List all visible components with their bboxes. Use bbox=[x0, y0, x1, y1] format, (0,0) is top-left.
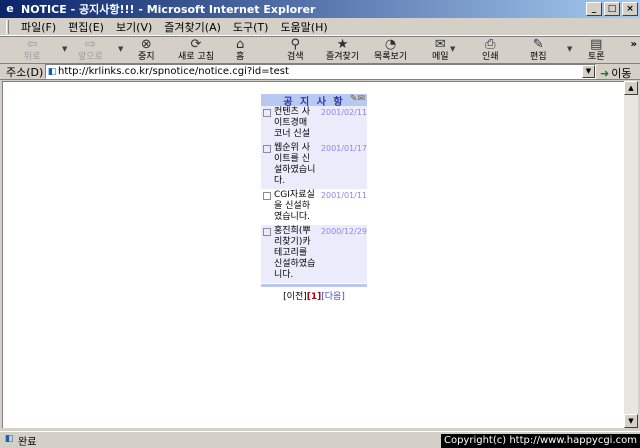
stop-button[interactable]: ⊗ 중지 bbox=[138, 38, 155, 64]
address-input[interactable]: ◧ http://krlinks.co.kr/spnotice/notice.c… bbox=[45, 64, 596, 79]
address-label: 주소(D) bbox=[6, 65, 44, 79]
notice-item-date: 2000/12/29 bbox=[320, 227, 367, 236]
history-button[interactable]: ◔ 목록보기 bbox=[374, 38, 407, 64]
notice-footer-bar bbox=[261, 284, 367, 287]
status-text: 완료 bbox=[18, 436, 37, 448]
menu-help[interactable]: 도움말(H) bbox=[274, 19, 333, 35]
notice-item-date: 2001/01/11 bbox=[320, 191, 367, 200]
menu-view[interactable]: 보기(V) bbox=[110, 19, 158, 35]
forward-button[interactable]: ⇨ 앞으로 bbox=[78, 38, 103, 64]
menu-edit[interactable]: 편집(E) bbox=[62, 19, 110, 35]
pagination: [이전][1][다음] bbox=[261, 289, 367, 302]
menu-tools[interactable]: 도구(T) bbox=[227, 19, 275, 35]
notice-item-title[interactable]: 컨텐츠 사이트경매 코너 신설 bbox=[274, 107, 318, 140]
notice-item-title[interactable]: 웹순위 사이트를 신설하였습니다. bbox=[274, 143, 318, 187]
menu-grip bbox=[6, 19, 9, 34]
discuss-icon: ▤ bbox=[590, 37, 603, 52]
ie-icon: e bbox=[6, 2, 14, 15]
copyright-banner: Copyright(c) http://www.happycgi.com bbox=[440, 434, 640, 448]
edit-icon: ✎ bbox=[532, 37, 544, 52]
home-button[interactable]: ⌂ 홈 bbox=[236, 38, 244, 64]
mail-icon: ✉ bbox=[434, 37, 446, 52]
notice-item[interactable]: 웹순위 사이트를 신설하였습니다. 2001/01/17 bbox=[261, 142, 367, 189]
forward-dropdown-icon[interactable]: ▼ bbox=[118, 45, 123, 53]
edit-button[interactable]: ✎ 편집 bbox=[530, 38, 547, 64]
mail-dropdown-icon[interactable]: ▼ bbox=[450, 45, 455, 53]
home-icon: ⌂ bbox=[236, 37, 245, 52]
favorites-icon: ★ bbox=[336, 37, 349, 52]
search-button[interactable]: ⚲ 검색 bbox=[287, 38, 304, 64]
notice-item[interactable]: CGI자료실을 신설하였습니다. 2001/01/11 bbox=[261, 189, 367, 225]
search-icon: ⚲ bbox=[290, 37, 301, 52]
refresh-button[interactable]: ⟳ 새로 고침 bbox=[178, 38, 214, 64]
next-page-link[interactable]: [다음] bbox=[321, 292, 345, 302]
refresh-icon: ⟳ bbox=[190, 37, 202, 52]
page-icon: ◧ bbox=[47, 66, 57, 77]
go-arrow-icon: ➜ bbox=[600, 66, 610, 80]
forward-arrow-icon: ⇨ bbox=[84, 37, 96, 52]
minimize-button[interactable]: _ bbox=[586, 2, 602, 16]
back-dropdown-icon[interactable]: ▼ bbox=[62, 45, 67, 53]
status-bar: ◧ 완료 Copyright(c) http://www.happycgi.co… bbox=[0, 431, 640, 448]
mail-button[interactable]: ✉ 메일 bbox=[432, 38, 449, 64]
window-title: NOTICE - 공지사항!!! - Microsoft Internet Ex… bbox=[21, 3, 316, 16]
item-bullet-icon bbox=[263, 145, 271, 153]
maximize-button[interactable]: □ bbox=[604, 2, 620, 16]
back-arrow-icon: ⇦ bbox=[26, 37, 38, 52]
notice-item-date: 2001/02/11 bbox=[320, 108, 367, 117]
favorites-button[interactable]: ★ 즐겨찾기 bbox=[326, 38, 359, 64]
item-bullet-icon bbox=[263, 192, 271, 200]
page-done-icon: ◧ bbox=[4, 434, 14, 444]
menu-file[interactable]: 파일(F) bbox=[15, 19, 62, 35]
address-url: http://krlinks.co.kr/spnotice/notice.cgi… bbox=[58, 66, 289, 77]
item-bullet-icon bbox=[263, 228, 271, 236]
menu-favorites[interactable]: 즐겨찾기(A) bbox=[158, 19, 227, 35]
vertical-scrollbar[interactable]: ▲ ▼ bbox=[624, 81, 638, 428]
discuss-button[interactable]: ▤ 토론 bbox=[588, 38, 605, 64]
notice-item[interactable]: 홍진희(뿌리찾기)카테고리를 신설하였습니다. 2000/12/29 bbox=[261, 225, 367, 283]
notice-item-title[interactable]: CGI자료실을 신설하였습니다. bbox=[274, 190, 318, 223]
scroll-down-icon[interactable]: ▼ bbox=[624, 414, 638, 428]
write-icon[interactable]: ✎✉ bbox=[350, 94, 365, 104]
go-button[interactable]: ➜ 이동 bbox=[600, 65, 631, 81]
notice-item-date: 2001/01/17 bbox=[320, 144, 367, 153]
current-page: [1] bbox=[306, 292, 322, 302]
back-button[interactable]: ⇦ 뒤로 bbox=[24, 38, 41, 64]
notice-item-title[interactable]: 홍진희(뿌리찾기)카테고리를 신설하였습니다. bbox=[274, 226, 318, 281]
notice-board: 공 지 사 항 ✎✉ 컨텐츠 사이트경매 코너 신설 2001/02/11 웹순… bbox=[261, 94, 367, 302]
notice-item[interactable]: 컨텐츠 사이트경매 코너 신설 2001/02/11 bbox=[261, 106, 367, 142]
history-icon: ◔ bbox=[384, 37, 397, 52]
print-button[interactable]: ⎙ 인쇄 bbox=[482, 38, 499, 64]
toolbar-chevron[interactable]: » bbox=[631, 39, 637, 50]
scroll-up-icon[interactable]: ▲ bbox=[624, 81, 638, 95]
toolbar: ⇦ 뒤로 ▼ ⇨ 앞으로 ▼ ⊗ 중지 ⟳ 새로 고침 ⌂ 홈 ⚲ 검색 ★ 즐… bbox=[0, 36, 640, 64]
address-bar: 주소(D) ◧ http://krlinks.co.kr/spnotice/no… bbox=[0, 64, 640, 80]
notice-title: 공 지 사 항 bbox=[283, 96, 345, 108]
prev-page-link[interactable]: [이전] bbox=[283, 292, 307, 302]
menu-bar: 파일(F) 편집(E) 보기(V) 즐겨찾기(A) 도구(T) 도움말(H) bbox=[0, 18, 640, 36]
address-dropdown-icon[interactable]: ▼ bbox=[582, 65, 595, 78]
print-icon: ⎙ bbox=[485, 37, 496, 52]
item-bullet-icon bbox=[263, 109, 271, 117]
close-button[interactable]: × bbox=[622, 2, 638, 16]
stop-icon: ⊗ bbox=[140, 37, 152, 52]
notice-header: 공 지 사 항 ✎✉ bbox=[261, 94, 367, 108]
window-title-bar: e NOTICE - 공지사항!!! - Microsoft Internet … bbox=[0, 0, 640, 18]
edit-dropdown-icon[interactable]: ▼ bbox=[567, 45, 572, 53]
